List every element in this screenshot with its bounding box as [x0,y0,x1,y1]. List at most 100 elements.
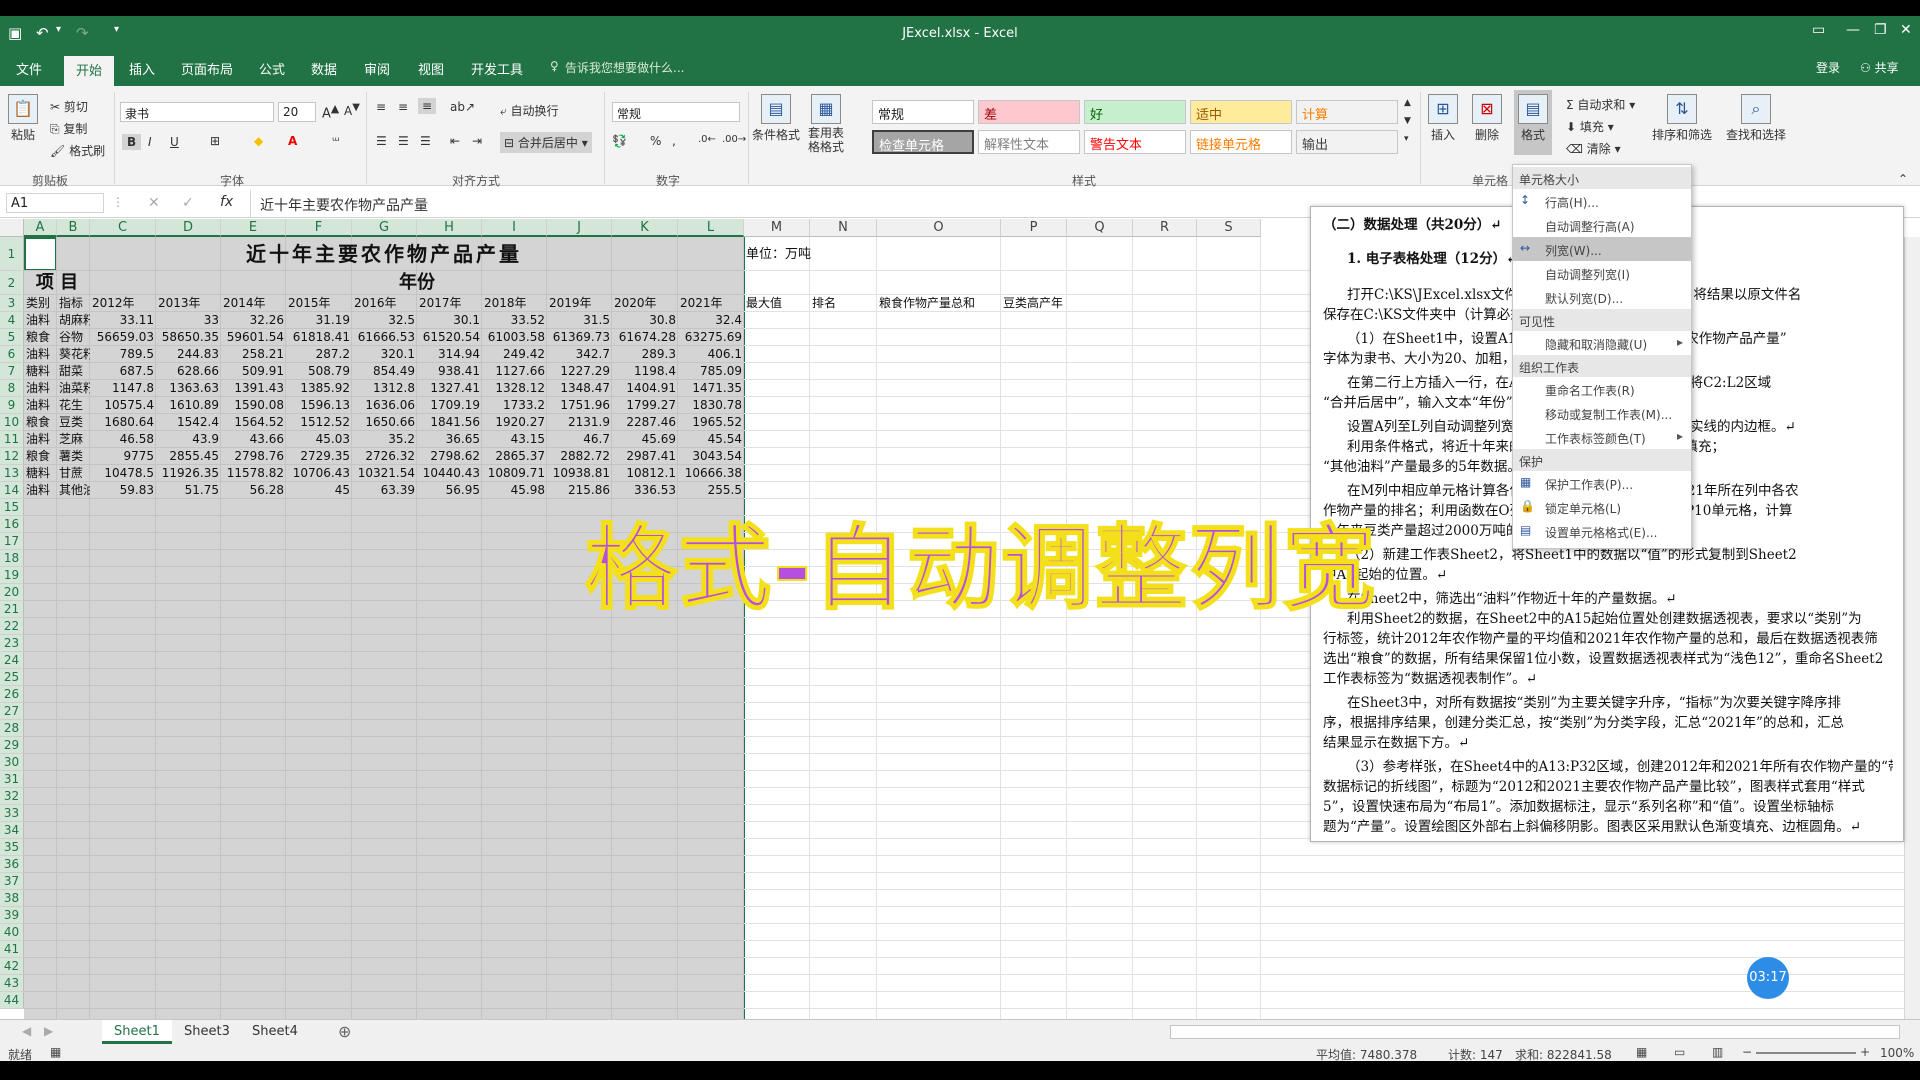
data-cell[interactable]: 1385.92 [286,380,352,397]
sheet-title-cell[interactable]: 近十年主要农作物产品产量 [24,237,744,271]
select-all-corner[interactable] [0,219,24,237]
next-sheet-icon[interactable]: ▶ [44,1024,53,1038]
row-header-1[interactable]: 1 [0,237,24,271]
data-cell[interactable]: 45.69 [612,431,678,448]
data-cell[interactable]: 36.65 [417,431,482,448]
styles-scroll-down-icon[interactable]: ▼ [1404,116,1411,126]
tell-me-input[interactable]: 告诉我您想要做什么... [565,59,684,76]
data-cell[interactable]: 63.39 [352,482,417,499]
data-cell[interactable]: 糖料 [26,465,57,482]
data-cell[interactable]: 1751.96 [547,397,612,414]
minimize-icon[interactable]: — [1846,22,1860,38]
normal-view-icon[interactable]: ▦ [1636,1045,1647,1059]
data-cell[interactable]: 油料 [26,431,57,448]
data-cell[interactable]: 粮食 [26,329,57,346]
data-cell[interactable]: 10321.54 [352,465,417,482]
login-link[interactable]: 登录 [1816,59,1840,76]
data-cell[interactable]: 59.83 [90,482,156,499]
data-cell[interactable]: 1391.43 [221,380,286,397]
row-header-12[interactable]: 12 [0,448,24,465]
zoom-out-icon[interactable]: − [1742,1045,1752,1059]
tab-developer[interactable]: 开发工具 [471,59,523,78]
data-cell[interactable]: 58650.35 [156,329,221,346]
row-header-31[interactable]: 31 [0,771,24,788]
data-cell[interactable]: 61666.53 [352,329,417,346]
decrease-decimal-icon[interactable]: .00→ [722,134,746,145]
tab-review[interactable]: 审阅 [364,59,390,78]
data-cell[interactable]: 9775 [90,448,156,465]
column-header-a[interactable]: A [24,219,57,237]
data-cell[interactable]: 11926.35 [156,465,221,482]
page-layout-view-icon[interactable]: ▭ [1674,1045,1685,1059]
data-cell[interactable]: 249.42 [482,346,547,363]
data-cell[interactable]: 687.5 [90,363,156,380]
data-cell[interactable]: 938.41 [417,363,482,380]
sheet-tab-sheet4[interactable]: Sheet4 [240,1020,310,1044]
data-cell[interactable]: 1830.78 [678,397,744,414]
data-cell[interactable]: 豆类 [59,414,90,431]
data-cell[interactable]: 31.19 [286,312,352,329]
data-cell[interactable]: 1127.66 [482,363,547,380]
data-cell[interactable]: 粮食 [26,448,57,465]
enter-icon[interactable]: ✓ [182,195,194,211]
column-header-r[interactable]: R [1133,219,1197,237]
row-header-42[interactable]: 42 [0,958,24,975]
format-as-table-button[interactable]: ▦ 套用表格格式 [808,94,844,154]
row-header-13[interactable]: 13 [0,465,24,482]
data-cell[interactable]: 56.95 [417,482,482,499]
zoom-in-icon[interactable]: + [1860,1045,1870,1059]
autosum-button[interactable]: Σ 自动求和 ▾ [1566,96,1635,113]
data-cell[interactable]: 1328.12 [482,380,547,397]
column-header-f[interactable]: F [286,219,352,237]
data-cell[interactable]: 2287.46 [612,414,678,431]
sort-filter-button[interactable]: ⇅ 排序和筛选 [1652,94,1712,143]
menu-item[interactable]: 自动调整列宽(I) [1513,261,1691,285]
extra-header-cell[interactable]: 排名 [812,295,879,312]
copy-button[interactable]: ⎘ 复制 [50,120,87,137]
row-header-33[interactable]: 33 [0,805,24,822]
data-cell[interactable]: 2882.72 [547,448,612,465]
column-header-g[interactable]: G [352,219,417,237]
data-cell[interactable]: 1709.19 [417,397,482,414]
horizontal-scrollbar[interactable] [1170,1025,1900,1039]
data-cell[interactable]: 61818.41 [286,329,352,346]
data-cell[interactable]: 33.52 [482,312,547,329]
row-header-35[interactable]: 35 [0,839,24,856]
data-cell[interactable]: 2726.32 [352,448,417,465]
data-cell[interactable]: 46.7 [547,431,612,448]
data-cell[interactable]: 油料 [26,346,57,363]
number-format-select[interactable]: 常规 [612,102,740,122]
extra-header-cell[interactable]: 最大值 [746,295,812,312]
data-cell[interactable]: 糖料 [26,363,57,380]
tab-formulas[interactable]: 公式 [259,59,285,78]
column-header-o[interactable]: O [877,219,1001,237]
align-left-icon[interactable]: ☰ [376,134,387,148]
data-cell[interactable]: 56.28 [221,482,286,499]
data-cell[interactable]: 509.91 [221,363,286,380]
row-header-24[interactable]: 24 [0,652,24,669]
data-cell[interactable]: 2729.35 [286,448,352,465]
tab-insert[interactable]: 插入 [129,59,155,78]
row-header-2[interactable]: 2 [0,271,24,295]
data-cell[interactable]: 1312.8 [352,380,417,397]
merge-center-button[interactable]: ⊟ 合并后居中 ▾ [500,132,592,153]
cancel-icon[interactable]: ✕ [148,195,160,211]
column-header-d[interactable]: D [156,219,221,237]
currency-icon[interactable]: 💱 [612,134,627,148]
data-cell[interactable]: 1542.4 [156,414,221,431]
data-cell[interactable]: 61369.73 [547,329,612,346]
data-cell[interactable]: 30.1 [417,312,482,329]
align-middle-icon[interactable]: ≡ [398,100,408,114]
data-cell[interactable]: 785.09 [678,363,744,380]
row-header-4[interactable]: 4 [0,312,24,329]
data-cell[interactable]: 10666.38 [678,465,744,482]
data-cell[interactable]: 33 [156,312,221,329]
row-header-19[interactable]: 19 [0,567,24,584]
clear-button[interactable]: ⌫ 清除 ▾ [1566,140,1621,157]
data-cell[interactable]: 43.15 [482,431,547,448]
font-color-icon[interactable]: A [288,134,297,148]
column-header-j[interactable]: J [547,219,612,237]
data-cell[interactable]: 10812.1 [612,465,678,482]
data-cell[interactable]: 10478.5 [90,465,156,482]
data-cell[interactable]: 1363.63 [156,380,221,397]
